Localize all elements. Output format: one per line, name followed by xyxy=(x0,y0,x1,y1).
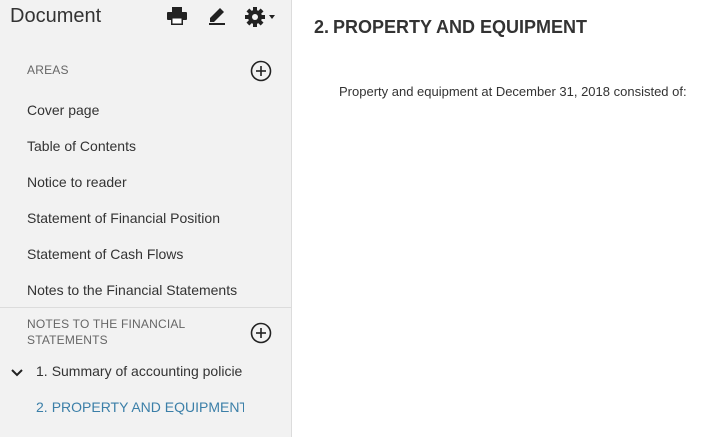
section-divider xyxy=(0,307,291,308)
note-label: Summary of accounting policie xyxy=(51,363,243,379)
notes-section-label: NOTES TO THE FINANCIAL STATEMENTS xyxy=(27,316,185,348)
area-item-notice-to-reader[interactable]: Notice to reader xyxy=(27,173,127,191)
note-label: PROPERTY AND EQUIPMENT xyxy=(51,399,244,415)
add-note-button[interactable] xyxy=(250,322,272,344)
areas-section-label: AREAS xyxy=(27,63,69,77)
area-item-statement-financial-position[interactable]: Statement of Financial Position xyxy=(27,209,220,227)
notes-section-label-line2: STATEMENTS xyxy=(27,333,108,347)
note-item-summary-accounting-policies[interactable]: 1. Summary of accounting policie xyxy=(36,362,243,380)
app-title: Document xyxy=(10,5,102,27)
body-paragraph: Property and equipment at December 31, 2… xyxy=(339,84,687,99)
notes-section-label-line1: NOTES TO THE FINANCIAL xyxy=(27,317,186,331)
plus-circle-icon xyxy=(250,60,272,82)
area-item-table-of-contents[interactable]: Table of Contents xyxy=(27,137,136,155)
area-item-notes-financial-statements[interactable]: Notes to the Financial Statements xyxy=(27,281,237,299)
print-icon[interactable] xyxy=(166,6,188,26)
note-number: 1. xyxy=(36,363,48,379)
heading-number: 2. xyxy=(314,17,330,37)
chevron-down-icon[interactable] xyxy=(11,365,23,383)
heading-text: PROPERTY AND EQUIPMENT xyxy=(333,17,588,37)
chevron-down-icon xyxy=(269,15,275,19)
document-content: 2. PROPERTY AND EQUIPMENT Property and eq… xyxy=(292,0,722,437)
area-item-cover-page[interactable]: Cover page xyxy=(27,101,99,119)
add-area-button[interactable] xyxy=(250,60,272,82)
note-number: 2. xyxy=(36,399,48,415)
page-title: 2. PROPERTY AND EQUIPMENT xyxy=(314,16,587,38)
sidebar: Document AREAS Cover page Table of Conte… xyxy=(0,0,292,437)
gear-icon[interactable] xyxy=(244,6,278,28)
plus-circle-icon xyxy=(250,322,272,344)
area-item-statement-cash-flows[interactable]: Statement of Cash Flows xyxy=(27,245,183,263)
sidebar-header: Document xyxy=(0,0,291,38)
pencil-icon[interactable] xyxy=(207,6,227,26)
note-item-property-equipment[interactable]: 2. PROPERTY AND EQUIPMENT xyxy=(36,398,244,416)
